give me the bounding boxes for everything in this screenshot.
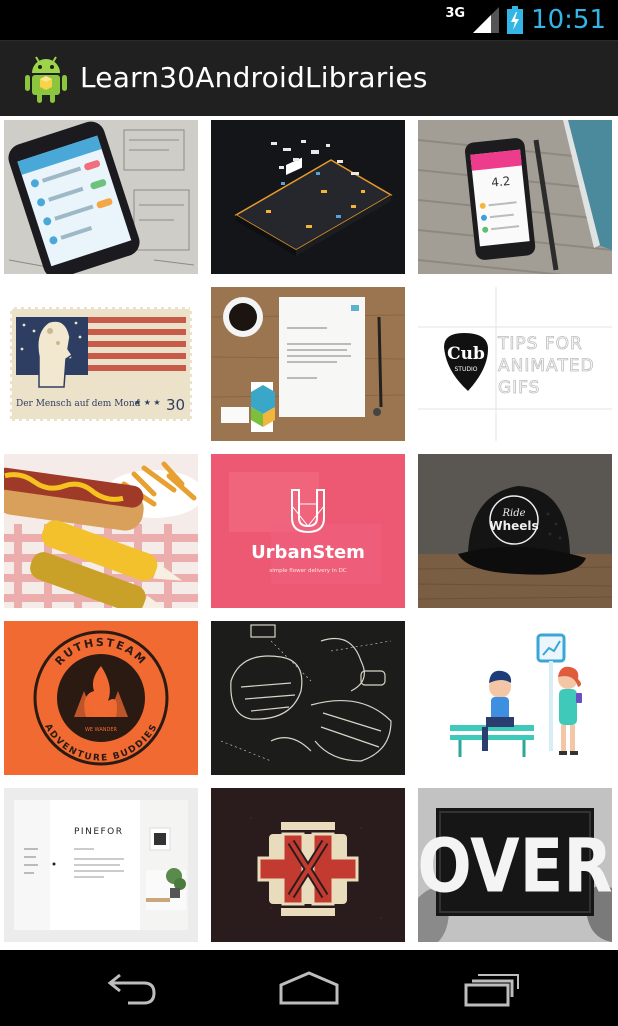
hotdog-image [4, 454, 198, 608]
trucker-cap-image: Ride Wheels [418, 454, 612, 608]
stationery-mockup-image [211, 287, 405, 441]
urbanstem-image: UrbanStem simple flower delivery in DC [211, 454, 405, 608]
badge-center-text: WE WANDER [85, 727, 118, 733]
cub-logo-text: Cub [447, 344, 485, 364]
bench-characters-image [418, 621, 612, 775]
tile-hotdog[interactable] [4, 454, 198, 608]
stamp-value: 30 [166, 396, 185, 414]
cub-text-line-2: ANIMATED [498, 356, 595, 376]
battery-charging-icon [507, 6, 524, 34]
tile-phone-sketch[interactable] [4, 120, 198, 274]
signal-strength-icon [473, 7, 500, 33]
clock: 10:51 [531, 5, 606, 35]
cub-text-line-1: TIPS FOR [497, 334, 583, 354]
urbanstem-brand: UrbanStem [251, 542, 365, 563]
tile-helmet-sketch[interactable] [211, 621, 405, 775]
tile-circuit-board[interactable] [211, 120, 405, 274]
moon-stamp-image: Der Mensch auf dem Mond ★ ★ ★ 30 [4, 287, 198, 441]
network-type-label: 3G [445, 5, 466, 21]
over-sign-text: OVER [418, 824, 612, 909]
pinefor-brand: PINEFOR [74, 827, 124, 837]
urbanstem-tagline: simple flower delivery in DC [269, 568, 346, 574]
stamp-stars: ★ ★ ★ [134, 398, 161, 407]
app-title: Learn30AndroidLibraries [80, 61, 428, 94]
navigation-bar [0, 950, 618, 1026]
android-robot-icon[interactable] [22, 53, 70, 105]
svg-text:4.2: 4.2 [491, 174, 511, 190]
home-button[interactable] [259, 964, 359, 1014]
phone-notebook-image: 4.2 [418, 120, 612, 274]
action-bar: Learn30AndroidLibraries [0, 40, 618, 116]
recent-apps-icon [464, 974, 519, 1007]
adventure-badge-image: RUTHSTEAM ADVENTURE BUDDIES WE WANDER [4, 621, 198, 775]
tile-ruthsteam-badge[interactable]: RUTHSTEAM ADVENTURE BUDDIES WE WANDER [4, 621, 198, 775]
status-bar: 3G 10:51 [0, 0, 618, 40]
image-grid: 4.2 Der Mensch auf dem Mond ★ ★ ★ 30 Cub… [4, 120, 612, 942]
tile-stationery[interactable] [211, 287, 405, 441]
pinefor-website-image: PINEFOR [4, 788, 198, 942]
circuit-board-image [211, 120, 405, 274]
tile-cub-studio[interactable]: Cub STUDIO TIPS FOR ANIMATED GIFS [418, 287, 612, 441]
tile-bench-characters[interactable] [418, 621, 612, 775]
tile-monogram[interactable] [211, 788, 405, 942]
cap-text-line-2: Wheels [489, 519, 538, 533]
cub-text-line-3: GIFS [498, 378, 540, 398]
stamp-caption: Der Mensch auf dem Mond [16, 399, 141, 409]
back-button[interactable] [80, 964, 180, 1014]
over-sign-image: OVER [418, 788, 612, 942]
tile-phone-notebook[interactable]: 4.2 [418, 120, 612, 274]
cap-text-line-1: Ride [501, 508, 525, 519]
home-icon [279, 971, 339, 1005]
back-arrow-icon [107, 973, 156, 1005]
cub-studio-image: Cub STUDIO TIPS FOR ANIMATED GIFS [418, 287, 612, 441]
tile-moon-stamp[interactable]: Der Mensch auf dem Mond ★ ★ ★ 30 [4, 287, 198, 441]
tile-urbanstem[interactable]: UrbanStem simple flower delivery in DC [211, 454, 405, 608]
tile-over-sign[interactable]: OVER [418, 788, 612, 942]
monogram-image [211, 788, 405, 942]
recent-apps-button[interactable] [440, 964, 540, 1014]
image-gallery[interactable]: 4.2 Der Mensch auf dem Mond ★ ★ ★ 30 Cub… [0, 116, 618, 950]
cub-logo-subtext: STUDIO [455, 366, 478, 373]
tile-pinefor[interactable]: PINEFOR [4, 788, 198, 942]
tile-ride-wheels-cap[interactable]: Ride Wheels [418, 454, 612, 608]
helmet-sketch-image [211, 621, 405, 775]
status-icons: 3G 10:51 [445, 4, 606, 36]
phone-sketch-image [4, 120, 198, 274]
